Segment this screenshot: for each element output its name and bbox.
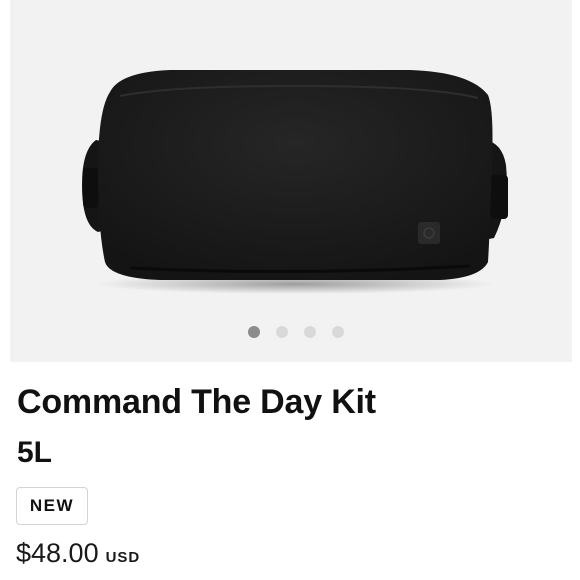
carousel-dot-3[interactable] (304, 326, 316, 338)
carousel-dot-2[interactable] (276, 326, 288, 338)
price-amount: $48.00 (16, 538, 99, 568)
carousel-dot-4[interactable] (332, 326, 344, 338)
product-title: Command The Day Kit (17, 383, 376, 421)
product-size: 5L (17, 436, 53, 469)
price-currency: USD (105, 549, 141, 566)
new-badge: NEW (16, 487, 88, 525)
product-image-gallery[interactable] (10, 0, 572, 362)
product-price: $48.00 USD (16, 538, 140, 569)
product-page: Command The Day Kit 5L NEW $48.00 USD (0, 0, 580, 580)
carousel-dot-1[interactable] (248, 326, 260, 338)
product-image[interactable] (10, 0, 572, 320)
carousel-dots (10, 326, 572, 338)
